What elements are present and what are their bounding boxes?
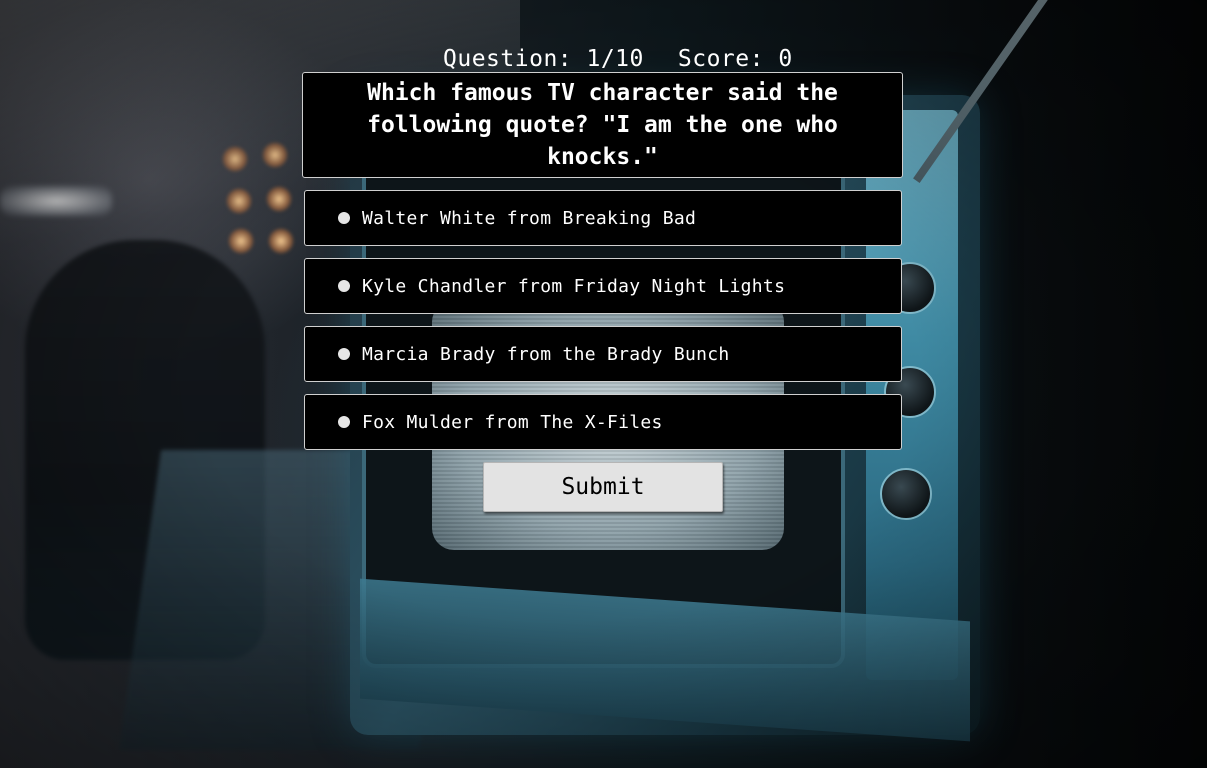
answer-option[interactable]: Kyle Chandler from Friday Night Lights	[304, 258, 902, 314]
answer-label: Fox Mulder from The X-Files	[362, 411, 663, 433]
radio-icon[interactable]	[338, 212, 350, 224]
radio-icon[interactable]	[338, 416, 350, 428]
score-counter: Score: 0	[677, 46, 793, 72]
submit-button[interactable]: Submit	[483, 462, 723, 512]
answer-option[interactable]: Fox Mulder from The X-Files	[304, 394, 902, 450]
answer-label: Kyle Chandler from Friday Night Lights	[362, 275, 786, 297]
answer-list: Walter White from Breaking Bad Kyle Chan…	[304, 190, 902, 462]
answer-label: Marcia Brady from the Brady Bunch	[362, 343, 730, 365]
question-text: Which famous TV character said the follo…	[367, 80, 838, 170]
question-box: Which famous TV character said the follo…	[302, 72, 903, 178]
radio-icon[interactable]	[338, 348, 350, 360]
radio-icon[interactable]	[338, 280, 350, 292]
answer-label: Walter White from Breaking Bad	[362, 207, 697, 229]
quiz-status-bar: Question: 1/10 Score: 0	[0, 20, 1207, 72]
question-counter: Question: 1/10	[443, 46, 644, 72]
answer-option[interactable]: Marcia Brady from the Brady Bunch	[304, 326, 902, 382]
answer-option[interactable]: Walter White from Breaking Bad	[304, 190, 902, 246]
